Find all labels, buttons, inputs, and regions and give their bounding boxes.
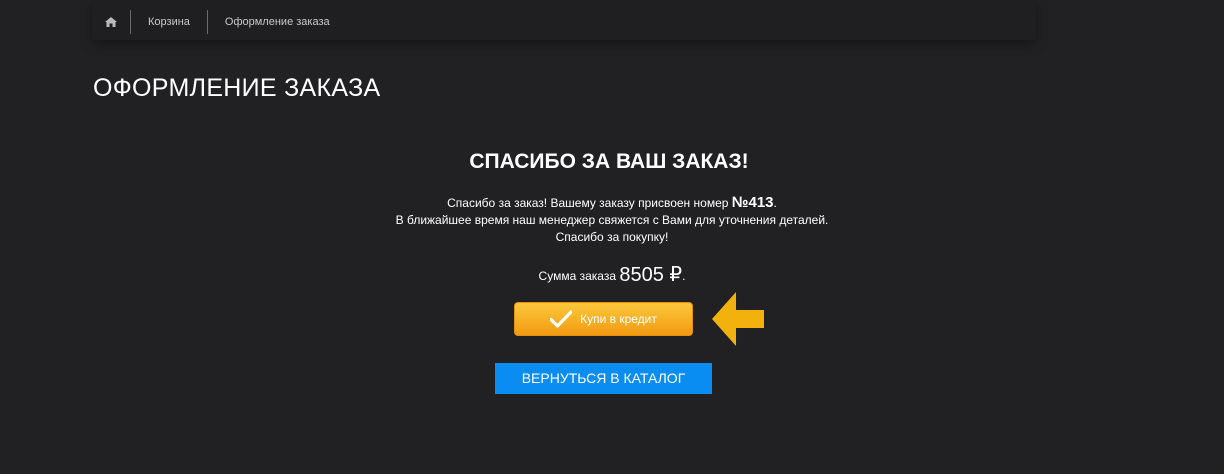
back-to-catalog-button[interactable]: ВЕРНУТЬСЯ В КАТАЛОГ	[495, 363, 712, 394]
arrow-left-icon	[712, 292, 764, 346]
order-number-suffix: .	[773, 196, 777, 210]
confirmation-message: Спасибо за заказ! Вашему заказу присвоен…	[0, 194, 1224, 246]
breadcrumb-item-checkout: Оформление заказа	[224, 16, 330, 28]
order-confirmation: СПАСИБО ЗА ВАШ ЗАКАЗ! Спасибо за заказ! …	[0, 150, 1224, 394]
order-sum: Сумма заказа 8505 ₽.	[0, 262, 1224, 287]
home-icon	[105, 17, 117, 27]
breadcrumb-item-cart[interactable]: Корзина	[131, 10, 207, 34]
order-sum-amount: 8505 ₽	[619, 264, 683, 286]
checkmark-icon	[550, 310, 573, 328]
manager-contact-line: В ближайшее время наш менеджер свяжется …	[395, 213, 829, 227]
breadcrumb: Корзина Оформление заказа	[92, 9, 347, 35]
breadcrumb-link-cart[interactable]: Корзина	[148, 16, 190, 28]
order-number-line: Спасибо за заказ! Вашему заказу присвоен…	[0, 194, 1224, 212]
page-title: ОФОРМЛЕНИЕ ЗАКАЗА	[93, 74, 381, 102]
thanks-heading: СПАСИБО ЗА ВАШ ЗАКАЗ!	[469, 150, 749, 173]
buy-on-credit-label: Купи в кредит	[580, 312, 657, 326]
checkout-page: Корзина Оформление заказа ОФОРМЛЕНИЕ ЗАК…	[0, 0, 1224, 474]
order-number-prefix: Спасибо за заказ! Вашему заказу присвоен…	[447, 196, 732, 210]
order-sum-label: Сумма заказа	[538, 269, 620, 283]
order-number: №413	[731, 194, 774, 211]
buy-on-credit-button[interactable]: Купи в кредит	[514, 302, 693, 336]
breadcrumb-home[interactable]	[92, 10, 130, 34]
order-sum-suffix: .	[682, 269, 686, 283]
thanks-line: Спасибо за покупку!	[555, 230, 669, 244]
credit-offer: Купи в кредит	[514, 292, 774, 348]
